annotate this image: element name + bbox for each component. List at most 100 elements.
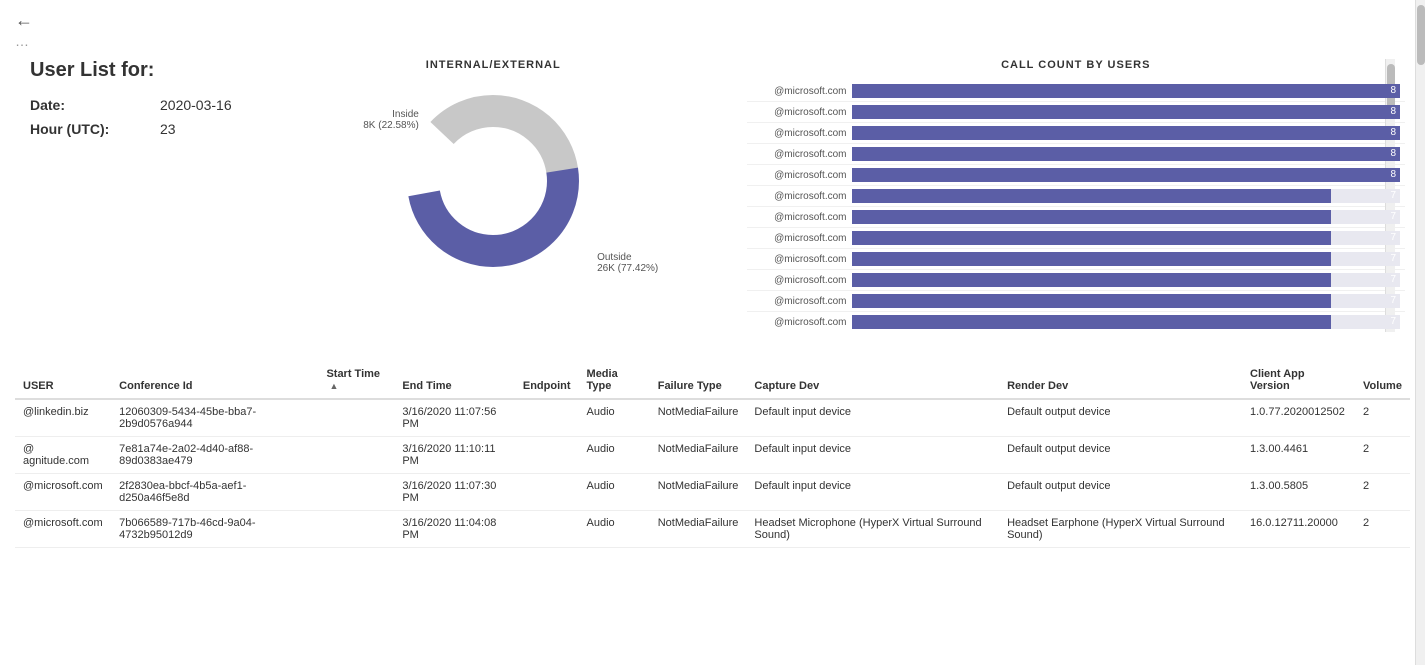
hour-label: Hour (UTC): xyxy=(30,121,160,137)
cell-endpoint xyxy=(515,399,579,437)
bar-label: @microsoft.com xyxy=(752,170,852,181)
bar-row: @microsoft.com 7 xyxy=(747,207,1405,228)
bar-row: @microsoft.com 8 xyxy=(747,81,1405,102)
th-start_time[interactable]: Start Time ▲ xyxy=(318,362,394,399)
bar-row: @microsoft.com 8 xyxy=(747,165,1405,186)
th-conf_id: Conference Id xyxy=(111,362,318,399)
donut-chart-title: INTERNAL/EXTERNAL xyxy=(240,59,747,71)
cell-failure_type: NotMediaFailure xyxy=(650,437,747,474)
bar-fill xyxy=(852,231,1332,245)
cell-render_dev: Default output device xyxy=(999,399,1242,437)
bar-value: 7 xyxy=(1390,189,1396,203)
bar-track: 7 xyxy=(852,189,1400,203)
cell-failure_type: NotMediaFailure xyxy=(650,511,747,548)
bar-value: 8 xyxy=(1390,105,1396,119)
bar-track: 7 xyxy=(852,210,1400,224)
bar-fill xyxy=(852,84,1400,98)
bar-value: 7 xyxy=(1390,273,1396,287)
bar-label: @microsoft.com xyxy=(752,128,852,139)
cell-render_dev: Headset Earphone (HyperX Virtual Surroun… xyxy=(999,511,1242,548)
bar-track: 8 xyxy=(852,105,1400,119)
bar-track: 8 xyxy=(852,84,1400,98)
bar-label: @microsoft.com xyxy=(752,233,852,244)
cell-media_type: Audio xyxy=(579,474,650,511)
bar-track: 7 xyxy=(852,252,1400,266)
cell-endpoint xyxy=(515,437,579,474)
cell-end_time: 3/16/2020 11:07:30 PM xyxy=(394,474,515,511)
bar-value: 8 xyxy=(1390,168,1396,182)
bar-track: 8 xyxy=(852,126,1400,140)
bar-value: 8 xyxy=(1390,84,1396,98)
cell-render_dev: Default output device xyxy=(999,437,1242,474)
cell-volume: 2 xyxy=(1355,437,1410,474)
bar-row: @microsoft.com 8 xyxy=(747,123,1405,144)
bar-row: @microsoft.com 7 xyxy=(747,249,1405,270)
th-failure_type: Failure Type xyxy=(650,362,747,399)
bar-fill xyxy=(852,147,1400,161)
breadcrumb-dots: … xyxy=(15,33,1410,49)
cell-end_time: 3/16/2020 11:07:56 PM xyxy=(394,399,515,437)
cell-client_app: 16.0.12711.20000 xyxy=(1242,511,1355,548)
bar-label: @microsoft.com xyxy=(752,212,852,223)
cell-media_type: Audio xyxy=(579,511,650,548)
cell-media_type: Audio xyxy=(579,399,650,437)
table-section: USERConference IdStart Time ▲End TimeEnd… xyxy=(0,362,1425,548)
cell-start_time xyxy=(318,474,394,511)
page-scrollbar[interactable] xyxy=(1415,0,1425,665)
cell-conf_id: 12060309-5434-45be-bba7-2b9d0576a944 xyxy=(111,399,318,437)
th-end_time: End Time xyxy=(394,362,515,399)
table-row: @microsoft.com2f2830ea-bbcf-4b5a-aef1-d2… xyxy=(15,474,1410,511)
cell-start_time xyxy=(318,511,394,548)
bar-fill xyxy=(852,315,1332,329)
cell-failure_type: NotMediaFailure xyxy=(650,474,747,511)
bar-value: 7 xyxy=(1390,294,1396,308)
cell-media_type: Audio xyxy=(579,437,650,474)
bar-label: @microsoft.com xyxy=(752,275,852,286)
bar-fill xyxy=(852,294,1332,308)
th-endpoint: Endpoint xyxy=(515,362,579,399)
th-render_dev: Render Dev xyxy=(999,362,1242,399)
bar-chart-section: CALL COUNT BY USERS @microsoft.com 8 @mi… xyxy=(747,59,1405,332)
bar-track: 8 xyxy=(852,147,1400,161)
cell-user: @microsoft.com xyxy=(15,511,111,548)
bar-value: 7 xyxy=(1390,210,1396,224)
bar-track: 7 xyxy=(852,231,1400,245)
cell-client_app: 1.0.77.2020012502 xyxy=(1242,399,1355,437)
cell-end_time: 3/16/2020 11:10:11 PM xyxy=(394,437,515,474)
cell-render_dev: Default output device xyxy=(999,474,1242,511)
bar-label: @microsoft.com xyxy=(752,86,852,97)
bar-row: @microsoft.com 7 xyxy=(747,312,1405,332)
hour-value: 23 xyxy=(160,121,176,137)
bar-track: 7 xyxy=(852,294,1400,308)
cell-user: @linkedin.biz xyxy=(15,399,111,437)
bar-fill xyxy=(852,105,1400,119)
bar-fill xyxy=(852,189,1332,203)
outside-label: Outside 26K (77.42%) xyxy=(597,252,658,274)
data-table: USERConference IdStart Time ▲End TimeEnd… xyxy=(15,362,1410,548)
table-row: @linkedin.biz12060309-5434-45be-bba7-2b9… xyxy=(15,399,1410,437)
sort-arrow-icon[interactable]: ▲ xyxy=(329,381,338,391)
cell-failure_type: NotMediaFailure xyxy=(650,399,747,437)
bar-label: @microsoft.com xyxy=(752,254,852,265)
cell-client_app: 1.3.00.4461 xyxy=(1242,437,1355,474)
th-capture_dev: Capture Dev xyxy=(746,362,999,399)
bar-label: @microsoft.com xyxy=(752,191,852,202)
bar-row: @microsoft.com 7 xyxy=(747,270,1405,291)
page-scrollbar-thumb[interactable] xyxy=(1417,5,1425,65)
bar-label: @microsoft.com xyxy=(752,317,852,328)
cell-capture_dev: Default input device xyxy=(746,437,999,474)
bar-fill xyxy=(852,210,1332,224)
cell-endpoint xyxy=(515,474,579,511)
bar-row: @microsoft.com 8 xyxy=(747,102,1405,123)
cell-start_time xyxy=(318,437,394,474)
bar-track: 8 xyxy=(852,168,1400,182)
page-title: User List for: xyxy=(30,59,240,82)
bar-chart-rows: @microsoft.com 8 @microsoft.com 8 @micro… xyxy=(747,81,1405,332)
bar-chart-title: CALL COUNT BY USERS xyxy=(747,59,1405,71)
th-media_type: Media Type xyxy=(579,362,650,399)
bar-row: @microsoft.com 7 xyxy=(747,186,1405,207)
bar-value: 7 xyxy=(1390,315,1396,329)
cell-volume: 2 xyxy=(1355,474,1410,511)
bar-fill xyxy=(852,168,1400,182)
back-button[interactable]: ← xyxy=(15,10,33,31)
